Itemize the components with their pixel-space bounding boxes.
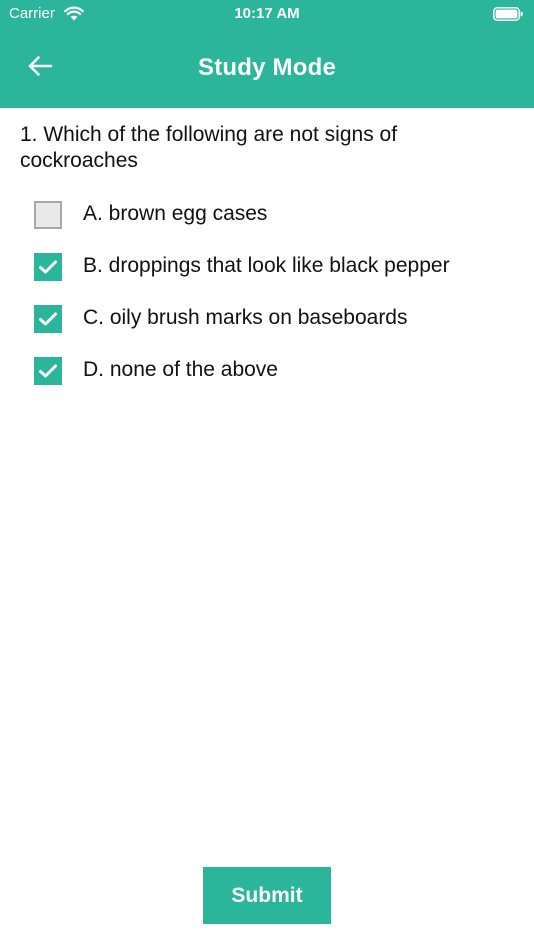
status-time: 10:17 AM	[234, 5, 300, 22]
checkbox-unchecked[interactable]	[34, 201, 62, 229]
nav-bar: Study Mode	[0, 28, 534, 108]
header: Carrier 10:17 AM Study Mode	[0, 0, 534, 108]
submit-button[interactable]: Submit	[203, 867, 331, 924]
option-d[interactable]: D. none of the above	[0, 344, 534, 396]
checkbox-checked[interactable]	[34, 357, 62, 385]
checkmark-icon	[39, 364, 57, 378]
battery-icon	[493, 7, 523, 21]
option-label: D. none of the above	[83, 358, 278, 381]
checkmark-icon	[39, 260, 57, 274]
checkbox-checked[interactable]	[34, 253, 62, 281]
option-a[interactable]: A. brown egg cases	[0, 188, 534, 240]
checkmark-icon	[39, 312, 57, 326]
option-c[interactable]: C. oily brush marks on baseboards	[0, 292, 534, 344]
option-label: A. brown egg cases	[83, 202, 268, 225]
page-title: Study Mode	[198, 54, 336, 81]
checkbox-checked[interactable]	[34, 305, 62, 333]
option-b[interactable]: B. droppings that look like black pepper	[0, 240, 534, 292]
question-text: 1. Which of the following are not signs …	[20, 123, 398, 172]
option-label: B. droppings that look like black pepper	[83, 254, 450, 277]
status-bar: Carrier 10:17 AM	[0, 0, 534, 28]
option-label: C. oily brush marks on baseboards	[83, 306, 408, 329]
